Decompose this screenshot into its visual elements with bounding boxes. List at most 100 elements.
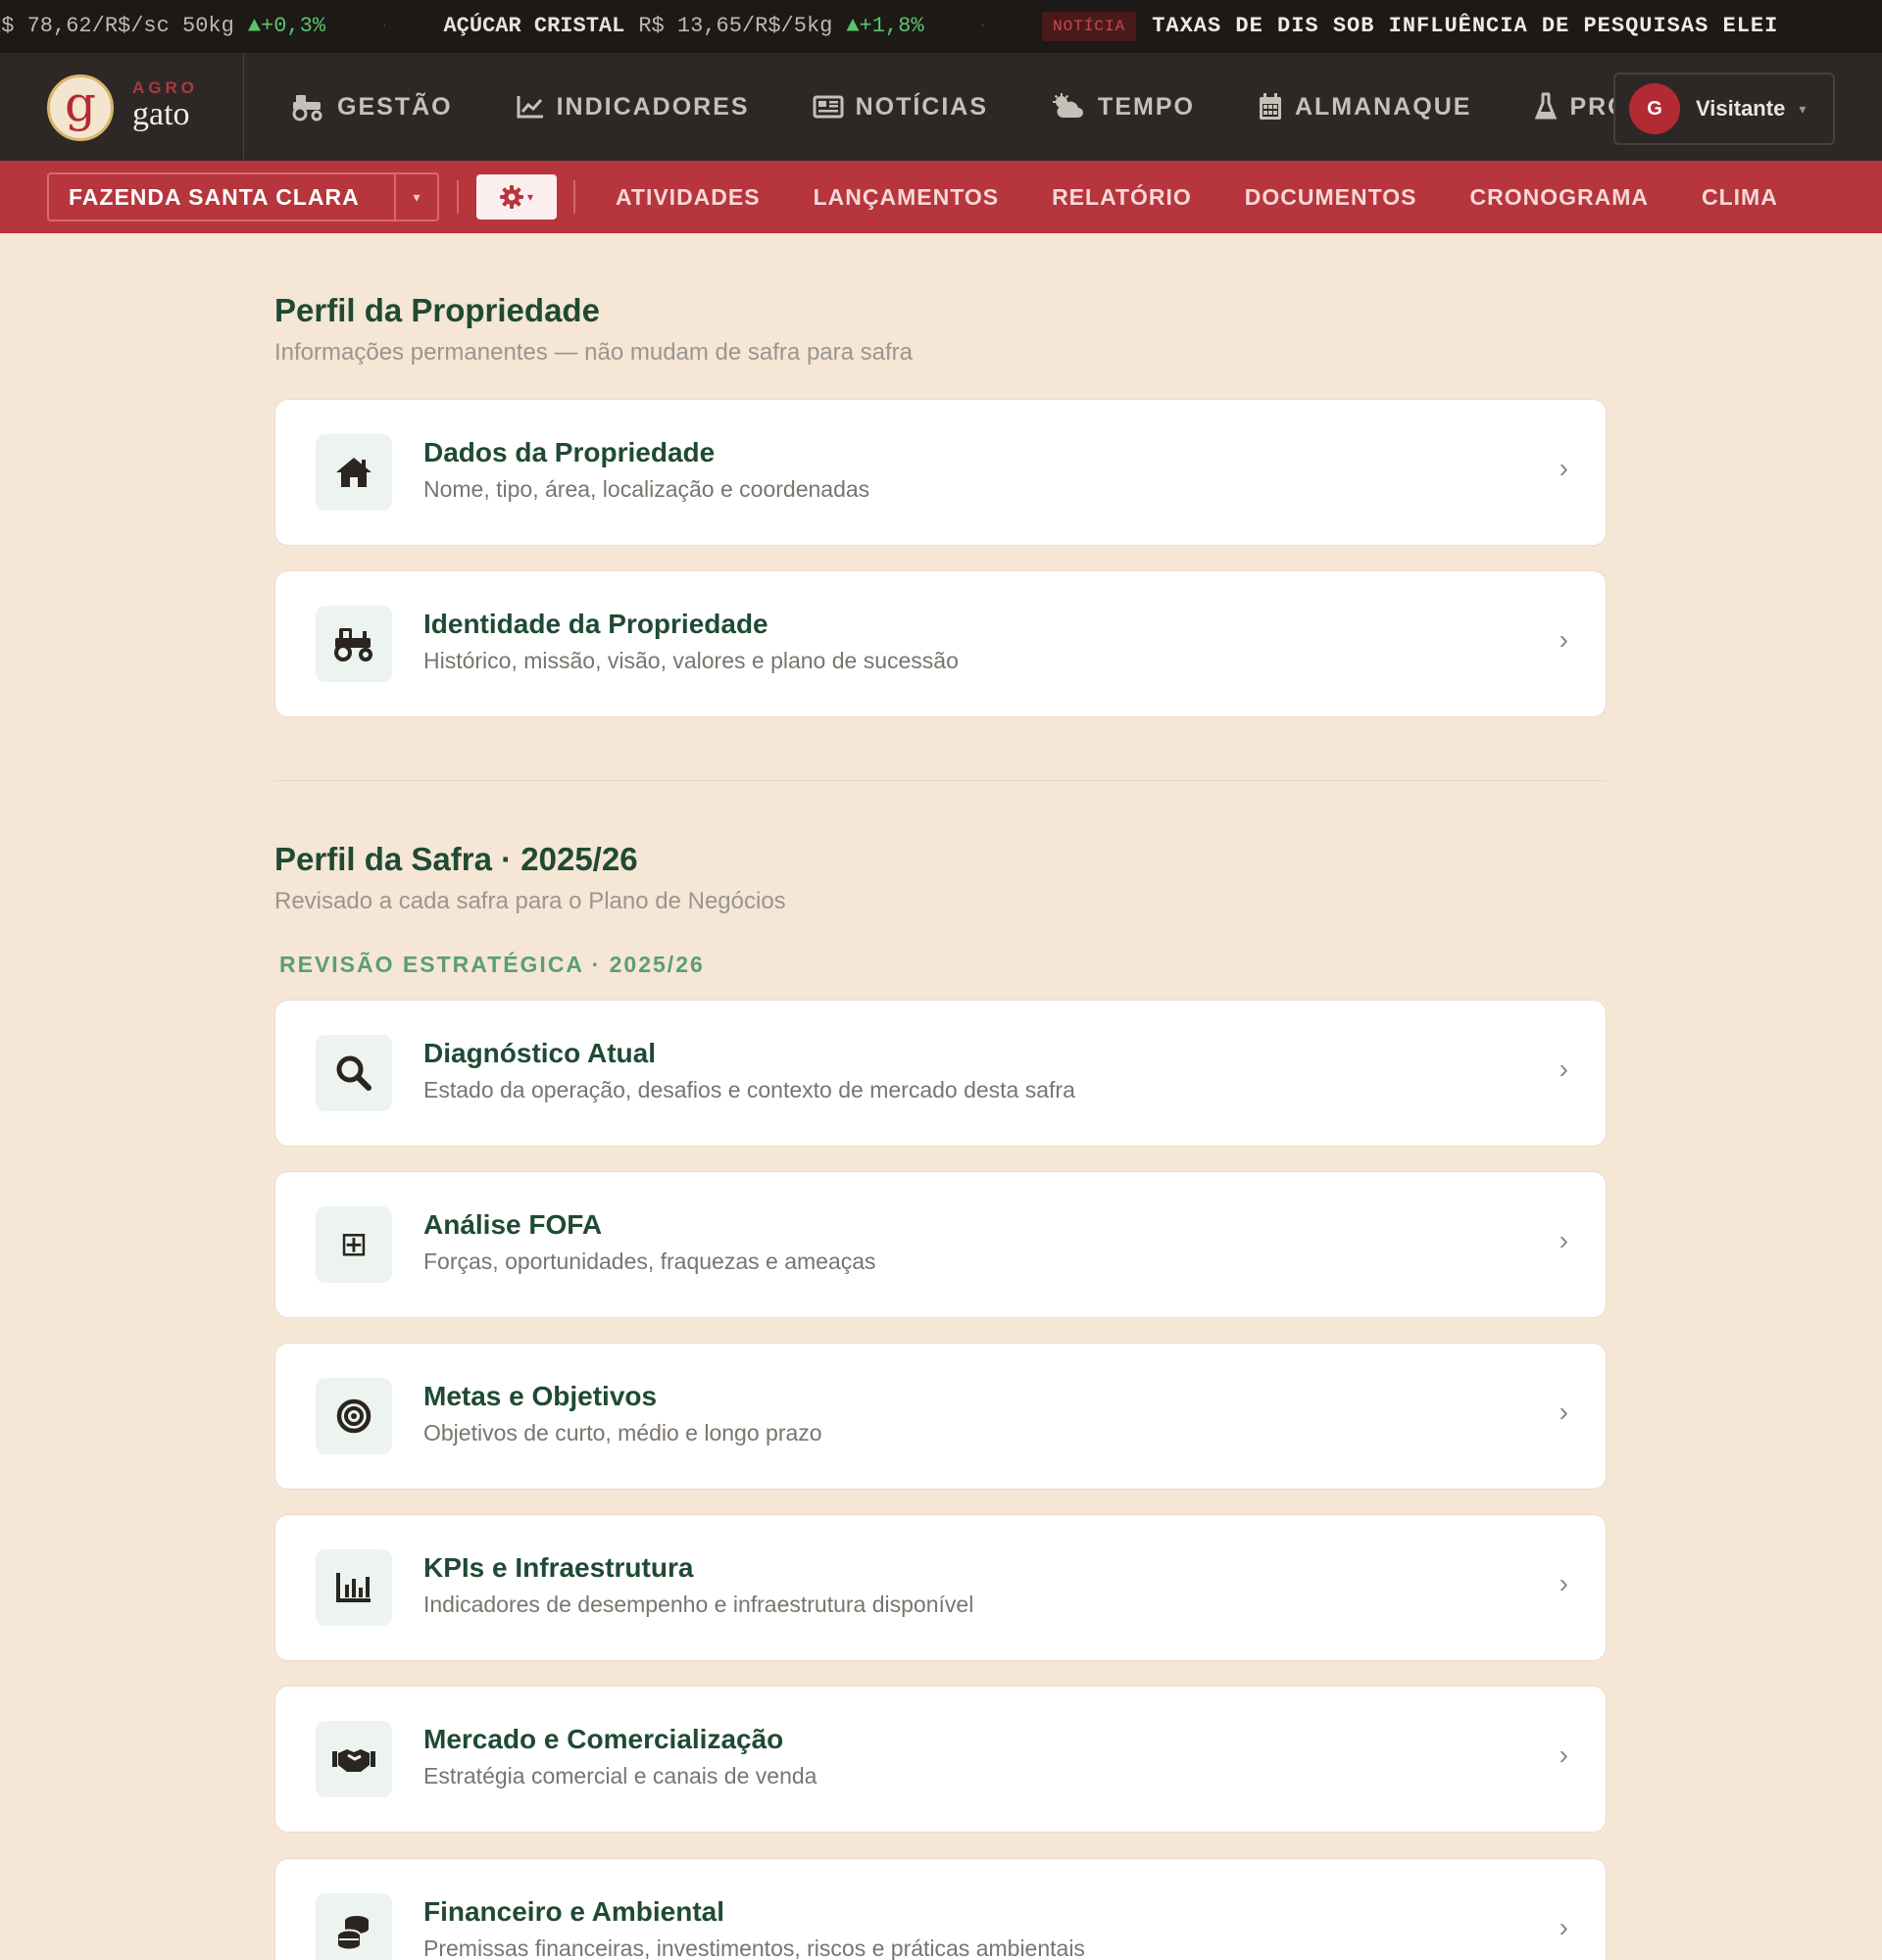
- card-title: Identidade da Propriedade: [423, 609, 768, 639]
- card-title: Financeiro e Ambiental: [423, 1896, 725, 1927]
- nav-item-tempo[interactable]: TEMPO: [1051, 92, 1195, 122]
- settings-button[interactable]: ▾: [476, 174, 557, 220]
- card-diagnostico[interactable]: Diagnóstico Atual Estado da operação, de…: [274, 1000, 1607, 1147]
- news-badge: NOTÍCIA: [1041, 12, 1137, 41]
- newspaper-icon: [813, 95, 844, 119]
- ticker-separator: ·: [380, 19, 389, 34]
- card-icon-box: ⊞: [316, 1206, 392, 1283]
- section-title-season: Perfil da Safra · 2025/26: [274, 841, 638, 877]
- user-menu-button[interactable]: G Visitante ▾: [1613, 73, 1835, 145]
- brand-logo[interactable]: g: [47, 74, 114, 141]
- card-financeiro-ambiental[interactable]: Financeiro e Ambiental Premissas finance…: [274, 1858, 1607, 1960]
- card-icon-box: [316, 1721, 392, 1797]
- card-icon-box: [316, 1378, 392, 1454]
- nav-label: TEMPO: [1098, 92, 1195, 121]
- nav-label: INDICADORES: [556, 92, 750, 121]
- subnav-item-clima[interactable]: CLIMA: [1702, 184, 1778, 211]
- sub-menu: ATIVIDADES LANÇAMENTOS RELATÓRIO DOCUMEN…: [616, 161, 1831, 233]
- nav-label: NOTÍCIAS: [855, 92, 989, 121]
- card-analise-fofa[interactable]: ⊞ Análise FOFA Forças, oportunidades, fr…: [274, 1171, 1607, 1318]
- chevron-down-icon[interactable]: ▾: [394, 174, 437, 220]
- news-headline[interactable]: TAXAS DE DIS SOB INFLUÊNCIA DE PESQUISAS…: [1152, 0, 1778, 53]
- ticker-change: ▲+1,8%: [846, 14, 924, 38]
- nav-item-noticias[interactable]: NOTÍCIAS: [813, 93, 988, 122]
- ticker-separator: ·: [978, 19, 987, 34]
- subnav-item-lancamentos[interactable]: LANÇAMENTOS: [814, 184, 999, 211]
- nav-item-indicadores[interactable]: INDICADORES: [516, 93, 750, 122]
- subnav-item-cronograma[interactable]: CRONOGRAMA: [1470, 184, 1650, 211]
- card-identidade-propriedade[interactable]: Identidade da Propriedade Histórico, mis…: [274, 570, 1607, 717]
- section-title-property: Perfil da Propriedade: [274, 292, 600, 328]
- card-icon-box: [316, 1549, 392, 1626]
- logo-letter: g: [64, 75, 96, 132]
- tractor-icon: [292, 95, 322, 122]
- subnav-item-relatorio[interactable]: RELATÓRIO: [1052, 184, 1192, 211]
- user-name: Visitante: [1696, 96, 1786, 121]
- nav-divider: [243, 53, 244, 161]
- subnav-item-documentos[interactable]: DOCUMENTOS: [1245, 184, 1417, 211]
- chevron-right-icon: ›: [1559, 1568, 1568, 1598]
- chevron-right-icon: ›: [1559, 1225, 1568, 1255]
- ticker-price: R$ 78,62/R$/sc 50kg: [0, 14, 234, 38]
- card-icon-box: [316, 434, 392, 511]
- section-subtitle-property: Informações permanentes — não mudam de s…: [274, 339, 913, 366]
- nav-menu: GESTÃO INDICADORES NOTÍCIAS TEMPO ALMANA…: [290, 53, 1613, 161]
- card-icon-box: [316, 1893, 392, 1960]
- card-title: Análise FOFA: [423, 1209, 603, 1240]
- chevron-down-icon: ▾: [526, 190, 534, 204]
- card-description: Estado da operação, desafios e contexto …: [423, 1077, 1075, 1102]
- chevron-down-icon: ▾: [1799, 100, 1807, 117]
- price-ticker: R$ 78,62/R$/sc 50kg ▲+0,3% · AÇÚCAR CRIS…: [0, 0, 1882, 53]
- divider: [457, 180, 459, 214]
- ticker-change: ▲+0,3%: [247, 14, 326, 38]
- card-title: Diagnóstico Atual: [423, 1038, 656, 1068]
- subnav-item-atividades[interactable]: ATIVIDADES: [616, 184, 761, 211]
- section-divider: [274, 780, 1606, 781]
- card-mercado-comercializacao[interactable]: Mercado e Comercialização Estratégia com…: [274, 1686, 1607, 1833]
- nav-item-almanaque[interactable]: ALMANAQUE: [1258, 92, 1472, 122]
- card-title: KPIs e Infraestrutura: [423, 1552, 694, 1583]
- ticker-price: R$ 13,65/R$/5kg: [638, 14, 833, 38]
- chevron-right-icon: ›: [1559, 1054, 1568, 1084]
- avatar: G: [1629, 83, 1680, 134]
- chevron-right-icon: ›: [1559, 1396, 1568, 1427]
- card-kpis-infraestrutura[interactable]: KPIs e Infraestrutura Indicadores de des…: [274, 1514, 1607, 1661]
- ticker-item: R$ 78,62/R$/sc 50kg ▲+0,3%: [0, 0, 325, 53]
- grid-plus-icon: ⊞: [339, 1225, 369, 1264]
- nav-item-gestao[interactable]: GESTÃO: [290, 92, 453, 122]
- card-dados-propriedade[interactable]: Dados da Propriedade Nome, tipo, área, l…: [274, 399, 1607, 546]
- chart-line-icon: [517, 96, 543, 119]
- nav-label: PRO: [1569, 92, 1613, 121]
- nav-item-pro[interactable]: PRO: [1534, 92, 1613, 122]
- card-description: Histórico, missão, visão, valores e plan…: [423, 648, 959, 673]
- card-title: Dados da Propriedade: [423, 437, 716, 467]
- calendar-icon: [1259, 93, 1281, 120]
- bar-chart-icon: [336, 1573, 371, 1602]
- chevron-right-icon: ›: [1559, 1740, 1568, 1770]
- farm-selector[interactable]: FAZENDA SANTA CLARA ▾: [47, 172, 439, 221]
- card-description: Estratégia comercial e canais de venda: [423, 1763, 817, 1788]
- farm-name: FAZENDA SANTA CLARA: [69, 183, 360, 210]
- ticker-item: AÇÚCAR CRISTAL R$ 13,65/R$/5kg ▲+1,8%: [443, 0, 923, 53]
- card-title: Mercado e Comercialização: [423, 1724, 784, 1754]
- nav-label: GESTÃO: [337, 92, 453, 121]
- magnifier-icon: [336, 1055, 371, 1091]
- chevron-right-icon: ›: [1559, 1912, 1568, 1942]
- gear-icon: [499, 185, 523, 209]
- card-description: Forças, oportunidades, fraquezas e ameaç…: [423, 1249, 876, 1274]
- sub-navbar: FAZENDA SANTA CLARA ▾ ▾ ATIVIDADES LANÇA…: [0, 161, 1882, 233]
- card-description: Indicadores de desempenho e infraestrutu…: [423, 1592, 974, 1617]
- brand-name[interactable]: gato: [132, 96, 190, 133]
- card-description: Nome, tipo, área, localização e coordena…: [423, 476, 870, 502]
- card-icon-box: [316, 606, 392, 682]
- chevron-right-icon: ›: [1559, 624, 1568, 655]
- card-description: Premissas financeiras, investimentos, ri…: [423, 1936, 1085, 1960]
- divider: [573, 180, 575, 214]
- chevron-right-icon: ›: [1559, 453, 1568, 483]
- main-navbar: g AGRO gato GESTÃO INDICADORES NOTÍCIAS …: [0, 53, 1882, 161]
- card-icon-box: [316, 1035, 392, 1111]
- flask-icon: [1535, 92, 1558, 120]
- card-metas-objetivos[interactable]: Metas e Objetivos Objetivos de curto, mé…: [274, 1343, 1607, 1490]
- target-icon: [336, 1398, 371, 1434]
- handshake-icon: [332, 1749, 375, 1772]
